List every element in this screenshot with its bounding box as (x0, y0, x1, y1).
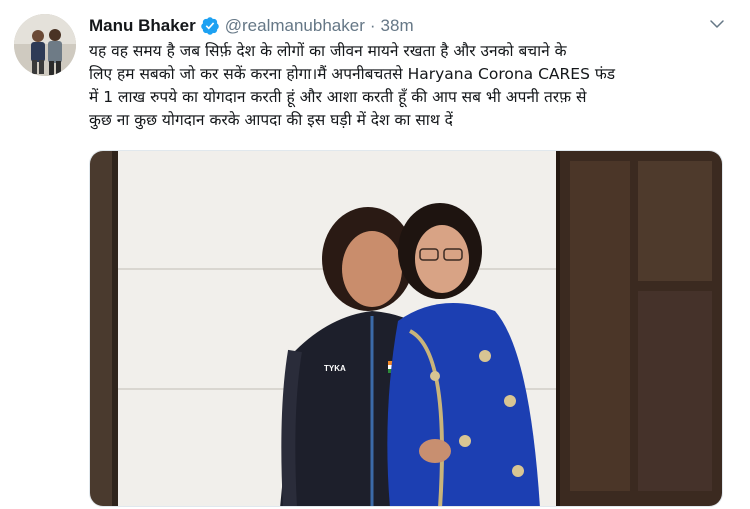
chevron-down-icon[interactable] (708, 15, 726, 33)
tweet-text: यह वह समय है जब सिर्फ़ देश के लोगों का ज… (89, 40, 729, 132)
tweet-timestamp[interactable]: 38m (381, 16, 414, 36)
tweet-text-line: यह वह समय है जब सिर्फ़ देश के लोगों का ज… (89, 42, 567, 60)
avatar[interactable] (14, 14, 76, 76)
separator-dot: · (369, 16, 376, 35)
tweet-text-line: कुछ ना कुछ योगदान करके आपदा की इस घड़ी म… (89, 111, 453, 129)
tweet-photo[interactable]: TYKA (89, 150, 723, 507)
display-name[interactable]: Manu Bhaker (89, 16, 196, 36)
tweet-text-line: में 1 लाख रुपये का योगदान करती हूं और आश… (89, 88, 587, 106)
tweet-card[interactable]: Manu Bhaker @realmanubhaker · 38m यह वह … (0, 0, 750, 509)
verified-badge-icon (200, 16, 220, 36)
tweet-text-line: लिए हम सबको जो कर सकें करना होगा।मैं अपन… (89, 65, 616, 83)
jacket-text: TYKA (324, 364, 346, 373)
user-handle[interactable]: @realmanubhaker (225, 16, 365, 36)
tweet-header: Manu Bhaker @realmanubhaker · 38m (89, 14, 414, 38)
